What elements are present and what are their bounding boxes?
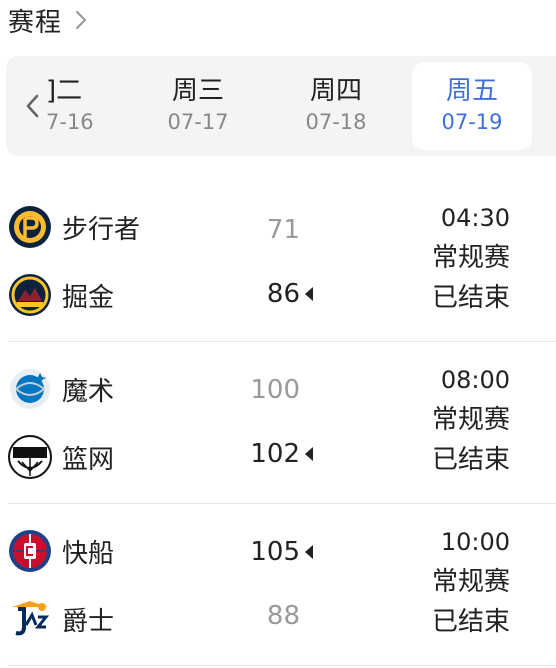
game-card[interactable]: 步行者 掘金 71 86 04:30 常规赛 已结束 (0, 186, 556, 346)
team-row-away[interactable]: 掘金 (8, 270, 114, 320)
chevron-left-icon[interactable] (20, 90, 44, 122)
team-name: 爵士 (62, 606, 115, 637)
date-day-label: 周四 (309, 76, 362, 106)
team-name: 魔术 (62, 376, 115, 407)
date-item-thursday[interactable]: 周四 07-18 (276, 62, 396, 150)
game-info: 04:30 常规赛 已结束 (390, 198, 510, 318)
team-row-away[interactable]: 爵士 (8, 594, 114, 644)
game-type: 常规赛 (431, 405, 510, 435)
date-date-label: 07-17 (167, 110, 229, 134)
nuggets-logo-icon (9, 274, 51, 316)
winner-marker-icon (305, 545, 313, 559)
date-date-label: 07-19 (441, 110, 503, 134)
date-day-label: ]二 (46, 76, 83, 106)
game-card[interactable]: 快船 爵士 105 88 10:00 常规赛 已结束 (0, 510, 556, 668)
date-item-tuesday[interactable]: ]二 7-16 (46, 62, 126, 150)
date-strip: ]二 7-16 周三 07-17 周四 07-18 周五 07-19 (6, 56, 556, 156)
team-score: 88 (266, 601, 300, 631)
team-row-home[interactable]: 快船 (8, 526, 114, 576)
game-info: 10:00 常规赛 已结束 (390, 522, 510, 642)
team-name: 掘金 (62, 282, 115, 313)
winner-marker-icon (305, 447, 313, 461)
team-row-home[interactable]: 步行者 (8, 202, 140, 252)
team-score: 71 (266, 215, 300, 245)
divider (8, 665, 556, 666)
divider (8, 503, 556, 504)
game-status: 已结束 (431, 283, 510, 313)
team-name: 篮网 (62, 444, 115, 475)
game-time: 04:30 (440, 204, 510, 232)
game-status: 已结束 (431, 607, 510, 637)
date-date-label: 07-18 (305, 110, 367, 134)
game-type: 常规赛 (431, 567, 510, 597)
date-day-label: 周五 (445, 76, 498, 106)
game-time: 08:00 (440, 366, 510, 394)
game-time: 10:00 (440, 528, 510, 556)
team-row-away[interactable]: 篮网 (8, 432, 114, 482)
nets-logo-icon (8, 435, 52, 479)
date-date-label: 7-16 (46, 110, 94, 134)
team-row-home[interactable]: 魔术 (8, 364, 114, 414)
winner-marker-icon (305, 287, 313, 301)
page-title: 赛程 (8, 7, 63, 38)
pacers-logo-icon (9, 206, 51, 248)
game-type: 常规赛 (431, 243, 510, 273)
schedule-page: 赛程 ]二 7-16 周三 07-17 周四 07-18 周五 07-19 步行… (0, 0, 556, 668)
clippers-logo-icon (9, 530, 51, 572)
jazz-logo-icon (8, 597, 52, 641)
game-info: 08:00 常规赛 已结束 (390, 360, 510, 480)
date-item-friday-selected[interactable]: 周五 07-19 (412, 62, 532, 150)
team-score: 86 (266, 279, 300, 309)
team-name: 步行者 (62, 214, 141, 245)
schedule-header-link[interactable]: 赛程 (8, 2, 90, 38)
date-day-label: 周三 (171, 76, 224, 106)
team-score: 105 (250, 537, 300, 567)
divider (8, 341, 556, 342)
team-score: 102 (250, 439, 300, 469)
chevron-right-icon (75, 10, 87, 30)
game-status: 已结束 (431, 445, 510, 475)
team-score: 100 (250, 375, 300, 405)
date-item-wednesday[interactable]: 周三 07-17 (138, 62, 258, 150)
team-name: 快船 (62, 538, 115, 569)
magic-logo-icon (10, 369, 50, 409)
game-card[interactable]: 魔术 篮网 100 102 08:00 常规赛 已结束 (0, 348, 556, 508)
